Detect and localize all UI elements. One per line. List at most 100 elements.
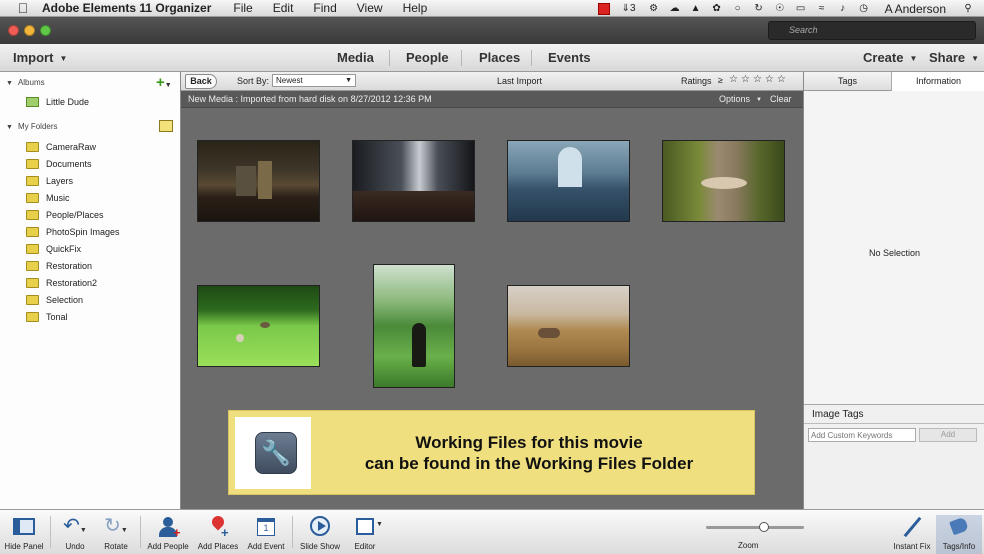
folder-item[interactable]: Documents xyxy=(26,157,92,171)
thumbnail-geese-on-lawn[interactable] xyxy=(197,285,320,367)
app-name-menu[interactable]: Adobe Elements 11 Organizer xyxy=(42,1,211,15)
chat-status-icon[interactable]: ○ xyxy=(732,3,744,15)
editor-button[interactable]: ▼ Editor xyxy=(346,515,384,554)
tab-tags[interactable]: Tags xyxy=(804,72,892,91)
sync-status-icon[interactable]: ↻ xyxy=(753,3,765,15)
folder-item[interactable]: CameraRaw xyxy=(26,140,96,154)
accessibility-status-icon[interactable]: ☉ xyxy=(774,3,786,15)
sort-by-select[interactable]: Newest ▼ xyxy=(272,74,356,87)
tab-separator xyxy=(461,50,462,66)
tab-people[interactable]: People xyxy=(406,50,449,65)
add-album-icon[interactable]: +▼ xyxy=(156,74,172,91)
tab-events[interactable]: Events xyxy=(548,50,591,65)
thumbnail-great-hall-interior[interactable] xyxy=(507,140,630,222)
album-label: Little Dude xyxy=(46,97,90,107)
rating-stars[interactable]: ☆☆☆☆☆ xyxy=(729,74,789,85)
rotate-icon: ↻▼ xyxy=(104,515,128,537)
folder-item[interactable]: Restoration2 xyxy=(26,276,97,290)
rotate-button[interactable]: ↻▼ Rotate xyxy=(96,515,136,554)
thumbnail-train-station-interior[interactable] xyxy=(197,140,320,222)
display-status-icon[interactable]: ▭ xyxy=(795,3,807,15)
instant-fix-button[interactable]: Instant Fix xyxy=(890,515,934,554)
apple-menu-icon[interactable]:  xyxy=(12,0,34,16)
folder-item[interactable]: PhotoSpin Images xyxy=(26,225,120,239)
disclosure-triangle-icon[interactable]: ▼ xyxy=(6,124,13,131)
hide-panel-button[interactable]: Hide Panel xyxy=(2,515,46,554)
thumbnail-person-in-meadow[interactable] xyxy=(373,264,455,388)
folder-label: Tonal xyxy=(46,312,68,322)
folder-item[interactable]: Tonal xyxy=(26,310,68,324)
working-files-banner: 🔧 Working Files for this movie can be fo… xyxy=(228,410,755,495)
record-status-icon[interactable] xyxy=(597,2,610,15)
disclosure-triangle-icon[interactable]: ▼ xyxy=(6,80,13,87)
folders-section-header[interactable]: ▼ My Folders xyxy=(6,122,58,131)
clear-button[interactable]: Clear xyxy=(770,94,792,104)
albums-section-header[interactable]: ▼ Albums xyxy=(6,78,45,87)
folder-label: Restoration xyxy=(46,261,93,271)
image-tags-label: Image Tags xyxy=(812,409,864,420)
zoom-thumb[interactable] xyxy=(759,522,769,532)
folder-item[interactable]: Layers xyxy=(26,174,73,188)
add-people-icon: + xyxy=(155,515,181,540)
undo-button[interactable]: ↶▼ Undo xyxy=(55,515,95,554)
left-panel: ▼ Albums +▼ Little Dude ▼ My Folders Camer… xyxy=(0,72,181,509)
custom-keywords-input[interactable] xyxy=(808,428,916,442)
back-button[interactable]: Back xyxy=(185,74,217,89)
tab-information[interactable]: Information xyxy=(892,72,984,91)
bell-status-icon[interactable]: ▲ xyxy=(690,3,702,15)
folder-item[interactable]: QuickFix xyxy=(26,242,81,256)
search-input[interactable]: Search xyxy=(768,21,976,40)
share-button[interactable]: Share ▼ xyxy=(929,50,979,65)
folder-view-toggle-icon[interactable] xyxy=(159,120,173,132)
star-icon[interactable]: ☆ xyxy=(777,74,789,85)
zoom-label: Zoom xyxy=(738,541,759,550)
add-keyword-button[interactable]: Add xyxy=(919,428,977,442)
spotlight-icon[interactable]: ⚲ xyxy=(962,3,974,15)
create-button[interactable]: Create ▼ xyxy=(863,50,917,65)
wifi-status-icon[interactable]: ≈ xyxy=(816,3,828,15)
ratings-operator[interactable]: ≥ xyxy=(718,75,723,85)
hide-panel-label: Hide Panel xyxy=(4,542,44,551)
menu-file[interactable]: File xyxy=(233,1,252,15)
minimize-window-button[interactable] xyxy=(24,25,35,36)
folder-icon xyxy=(26,295,39,305)
thumbnail-tree-fungus[interactable] xyxy=(662,140,785,222)
zoom-window-button[interactable] xyxy=(40,25,51,36)
menu-find[interactable]: Find xyxy=(313,1,336,15)
close-window-button[interactable] xyxy=(8,25,19,36)
menu-help[interactable]: Help xyxy=(403,1,428,15)
cloud-status-icon[interactable]: ☁ xyxy=(669,3,681,15)
tags-info-label: Tags/Info xyxy=(942,542,976,551)
download-status-icon[interactable]: ⇓3 xyxy=(619,3,639,15)
folder-item[interactable]: Music xyxy=(26,191,70,205)
import-button[interactable]: Import ▼ xyxy=(13,50,67,65)
add-people-button[interactable]: + Add People xyxy=(145,515,191,554)
star-icon[interactable]: ☆ xyxy=(741,74,753,85)
tab-media[interactable]: Media xyxy=(337,50,374,65)
folder-item[interactable]: People/Places xyxy=(26,208,104,222)
thumbnail-deer-in-grass[interactable] xyxy=(507,285,630,367)
volume-status-icon[interactable]: ♪ xyxy=(837,3,849,15)
add-places-button[interactable]: + Add Places xyxy=(196,513,240,554)
paw-status-icon[interactable]: ✿ xyxy=(711,3,723,15)
album-item[interactable]: Little Dude xyxy=(26,95,89,109)
user-name[interactable]: A Anderson xyxy=(885,2,946,16)
play-icon xyxy=(307,515,333,539)
zoom-slider[interactable] xyxy=(706,522,804,532)
add-event-button[interactable]: 1 Add Event xyxy=(244,515,288,554)
thumbnail-train-car-interior[interactable] xyxy=(352,140,475,222)
menu-edit[interactable]: Edit xyxy=(273,1,294,15)
options-button[interactable]: Options ▼ xyxy=(719,94,762,104)
banner-line-2: can be found in the Working Files Folder xyxy=(364,454,694,473)
slide-show-button[interactable]: Slide Show xyxy=(297,515,343,554)
gear-status-icon[interactable]: ⚙ xyxy=(648,3,660,15)
folder-item[interactable]: Restoration xyxy=(26,259,92,273)
tab-places[interactable]: Places xyxy=(479,50,520,65)
menu-view[interactable]: View xyxy=(357,1,383,15)
star-icon[interactable]: ☆ xyxy=(765,74,777,85)
star-icon[interactable]: ☆ xyxy=(729,74,741,85)
star-icon[interactable]: ☆ xyxy=(753,74,765,85)
folder-item[interactable]: Selection xyxy=(26,293,83,307)
clock-status-icon[interactable]: ◷ xyxy=(858,3,870,15)
tags-info-button[interactable]: Tags/Info xyxy=(936,515,982,554)
